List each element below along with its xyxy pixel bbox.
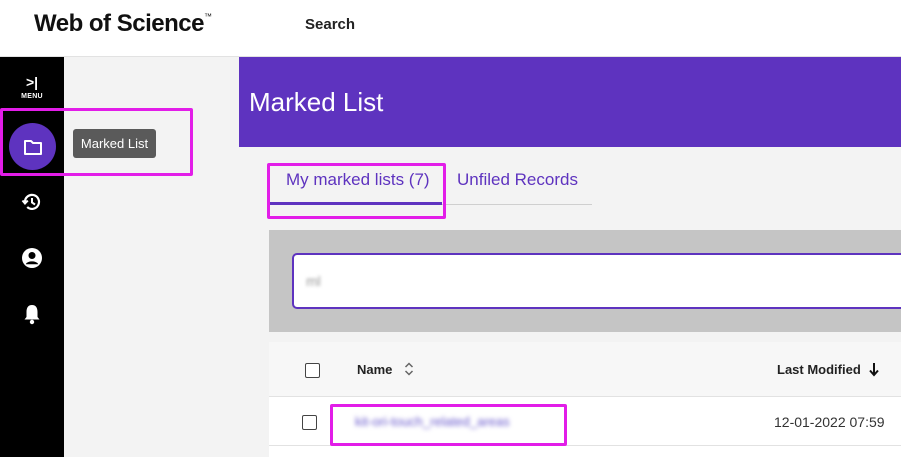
bell-icon — [24, 305, 40, 325]
account-icon — [22, 248, 42, 268]
nav-search-link[interactable]: Search — [305, 16, 355, 33]
marked-list-name-link[interactable]: kit-ori-touch_related_areas — [355, 414, 510, 429]
logo[interactable]: Web of Science™ — [34, 10, 212, 38]
page: Web of Science™ Search >| MENU Marked Li… — [0, 0, 901, 457]
select-all-checkbox[interactable] — [305, 363, 320, 378]
active-tab-indicator — [270, 202, 442, 205]
folder-icon — [23, 139, 42, 155]
notifications-rail-button[interactable] — [0, 294, 64, 334]
search-panel — [269, 230, 901, 332]
row-last-modified: 12-01-2022 07:59 — [774, 414, 885, 430]
marked-lists-table: Name Last Modified kit-ori-touch_related… — [269, 342, 901, 457]
tab-unfiled-records[interactable]: Unfiled Records — [457, 170, 578, 190]
menu-label: MENU — [21, 93, 43, 100]
top-header: Web of Science™ Search — [0, 0, 901, 57]
column-header-name[interactable]: Name — [357, 362, 392, 377]
page-title: Marked List — [249, 87, 384, 117]
marked-list-rail-button[interactable] — [9, 123, 56, 170]
rail-flyout — [64, 57, 239, 457]
logo-text: Web of Science — [34, 10, 204, 37]
logo-trademark: ™ — [203, 12, 212, 21]
page-banner: Marked List — [239, 57, 901, 147]
side-rail: >| MENU — [0, 57, 64, 457]
table-header: Name Last Modified — [269, 342, 901, 397]
search-input[interactable] — [306, 269, 866, 293]
search-box[interactable] — [292, 253, 901, 309]
column-header-last-modified[interactable]: Last Modified — [777, 362, 861, 377]
sort-icon[interactable] — [403, 360, 415, 378]
tab-my-marked-lists[interactable]: My marked lists (7) — [286, 170, 430, 190]
history-rail-button[interactable] — [0, 182, 64, 222]
sort-descending-icon[interactable] — [867, 360, 881, 378]
marked-list-tooltip: Marked List — [73, 129, 156, 158]
marked-list-tabs: My marked lists (7) Unfiled Records — [270, 160, 592, 205]
table-row[interactable]: kit-ori-touch_related_areas 12-01-2022 0… — [269, 398, 901, 446]
account-rail-button[interactable] — [0, 238, 64, 278]
history-icon — [21, 193, 41, 210]
row-checkbox[interactable] — [302, 415, 317, 430]
expand-menu-icon: >| — [25, 74, 39, 90]
menu-toggle-button[interactable]: >| MENU — [0, 75, 64, 100]
